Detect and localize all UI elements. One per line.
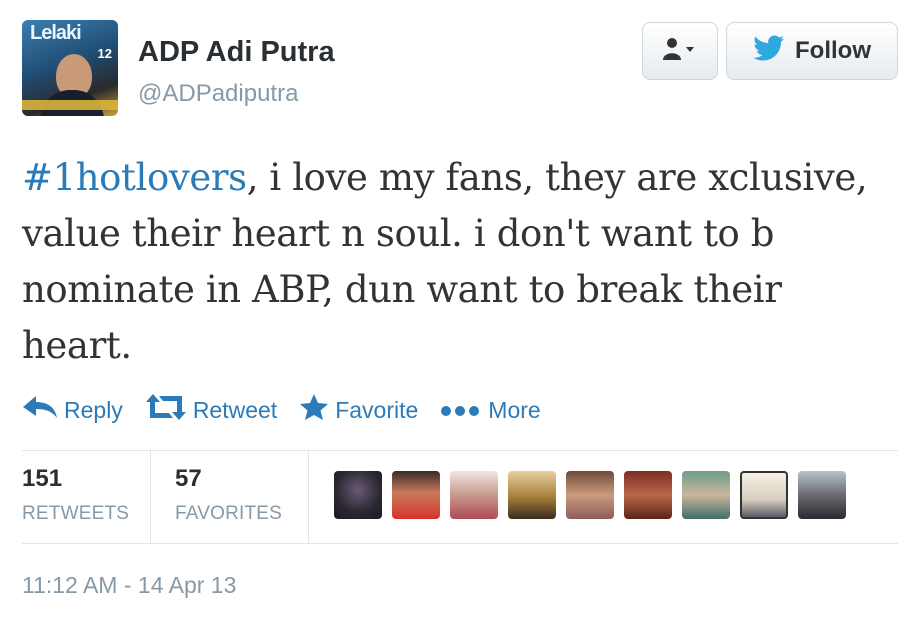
user-actions-button[interactable] bbox=[642, 22, 718, 80]
reply-label: Reply bbox=[64, 396, 123, 423]
favorites-label: FAVORITES bbox=[175, 503, 283, 524]
avatar-band bbox=[22, 100, 118, 110]
favoriter-avatar-8[interactable] bbox=[740, 471, 788, 519]
tweet-card: Lelaki 12 ADP Adi Putra @ADPadiputra Fol… bbox=[0, 0, 924, 620]
more-label: More bbox=[488, 396, 541, 423]
more-dots-icon bbox=[440, 397, 482, 424]
retweets-count: 151 bbox=[22, 465, 63, 492]
user-dropdown-icon bbox=[662, 37, 698, 66]
tweet-text: #1hotlovers, i love my fans, they are xc… bbox=[22, 150, 902, 374]
reply-arrow-icon bbox=[22, 394, 58, 426]
twitter-bird-icon bbox=[753, 35, 785, 68]
profile-avatar[interactable]: Lelaki 12 bbox=[22, 20, 118, 116]
retweets-stat[interactable]: 151 RETWEETS bbox=[22, 451, 150, 543]
avatar-issue-number: 12 bbox=[97, 46, 112, 61]
favorites-count: 57 bbox=[175, 465, 202, 492]
retweets-label: RETWEETS bbox=[22, 503, 130, 524]
display-name[interactable]: ADP Adi Putra bbox=[138, 36, 335, 69]
favoriter-avatar-2[interactable] bbox=[392, 471, 440, 519]
favorites-stat[interactable]: 57 FAVORITES bbox=[175, 451, 307, 543]
follow-label: Follow bbox=[795, 37, 871, 64]
follow-button[interactable]: Follow bbox=[726, 22, 898, 80]
favoriter-avatar-9[interactable] bbox=[798, 471, 846, 519]
star-icon bbox=[299, 393, 329, 427]
retweet-button[interactable]: Retweet bbox=[145, 394, 277, 426]
favoriter-avatar-7[interactable] bbox=[682, 471, 730, 519]
favoriter-avatar-5[interactable] bbox=[566, 471, 614, 519]
favoriter-avatar-1[interactable] bbox=[334, 471, 382, 519]
favoriters-list bbox=[334, 471, 846, 519]
stats-separator-1 bbox=[150, 451, 151, 543]
retweet-icon bbox=[145, 394, 187, 426]
user-handle[interactable]: @ADPadiputra bbox=[138, 80, 298, 108]
stats-separator-2 bbox=[308, 451, 309, 543]
avatar-magazine-title: Lelaki bbox=[30, 22, 82, 44]
stats-bottom-divider bbox=[22, 543, 898, 544]
tweet-actions: Reply Retweet Favorite More bbox=[22, 392, 563, 428]
more-button[interactable]: More bbox=[440, 396, 541, 424]
favoriter-avatar-3[interactable] bbox=[450, 471, 498, 519]
retweet-label: Retweet bbox=[192, 396, 278, 423]
favorite-label: Favorite bbox=[335, 396, 419, 423]
tweet-timestamp[interactable]: 11:12 AM - 14 Apr 13 bbox=[22, 572, 236, 599]
favoriter-avatar-6[interactable] bbox=[624, 471, 672, 519]
favoriter-avatar-4[interactable] bbox=[508, 471, 556, 519]
reply-button[interactable]: Reply bbox=[22, 394, 123, 426]
hashtag-link[interactable]: #1hotlovers bbox=[22, 156, 247, 199]
favorite-button[interactable]: Favorite bbox=[299, 393, 418, 427]
